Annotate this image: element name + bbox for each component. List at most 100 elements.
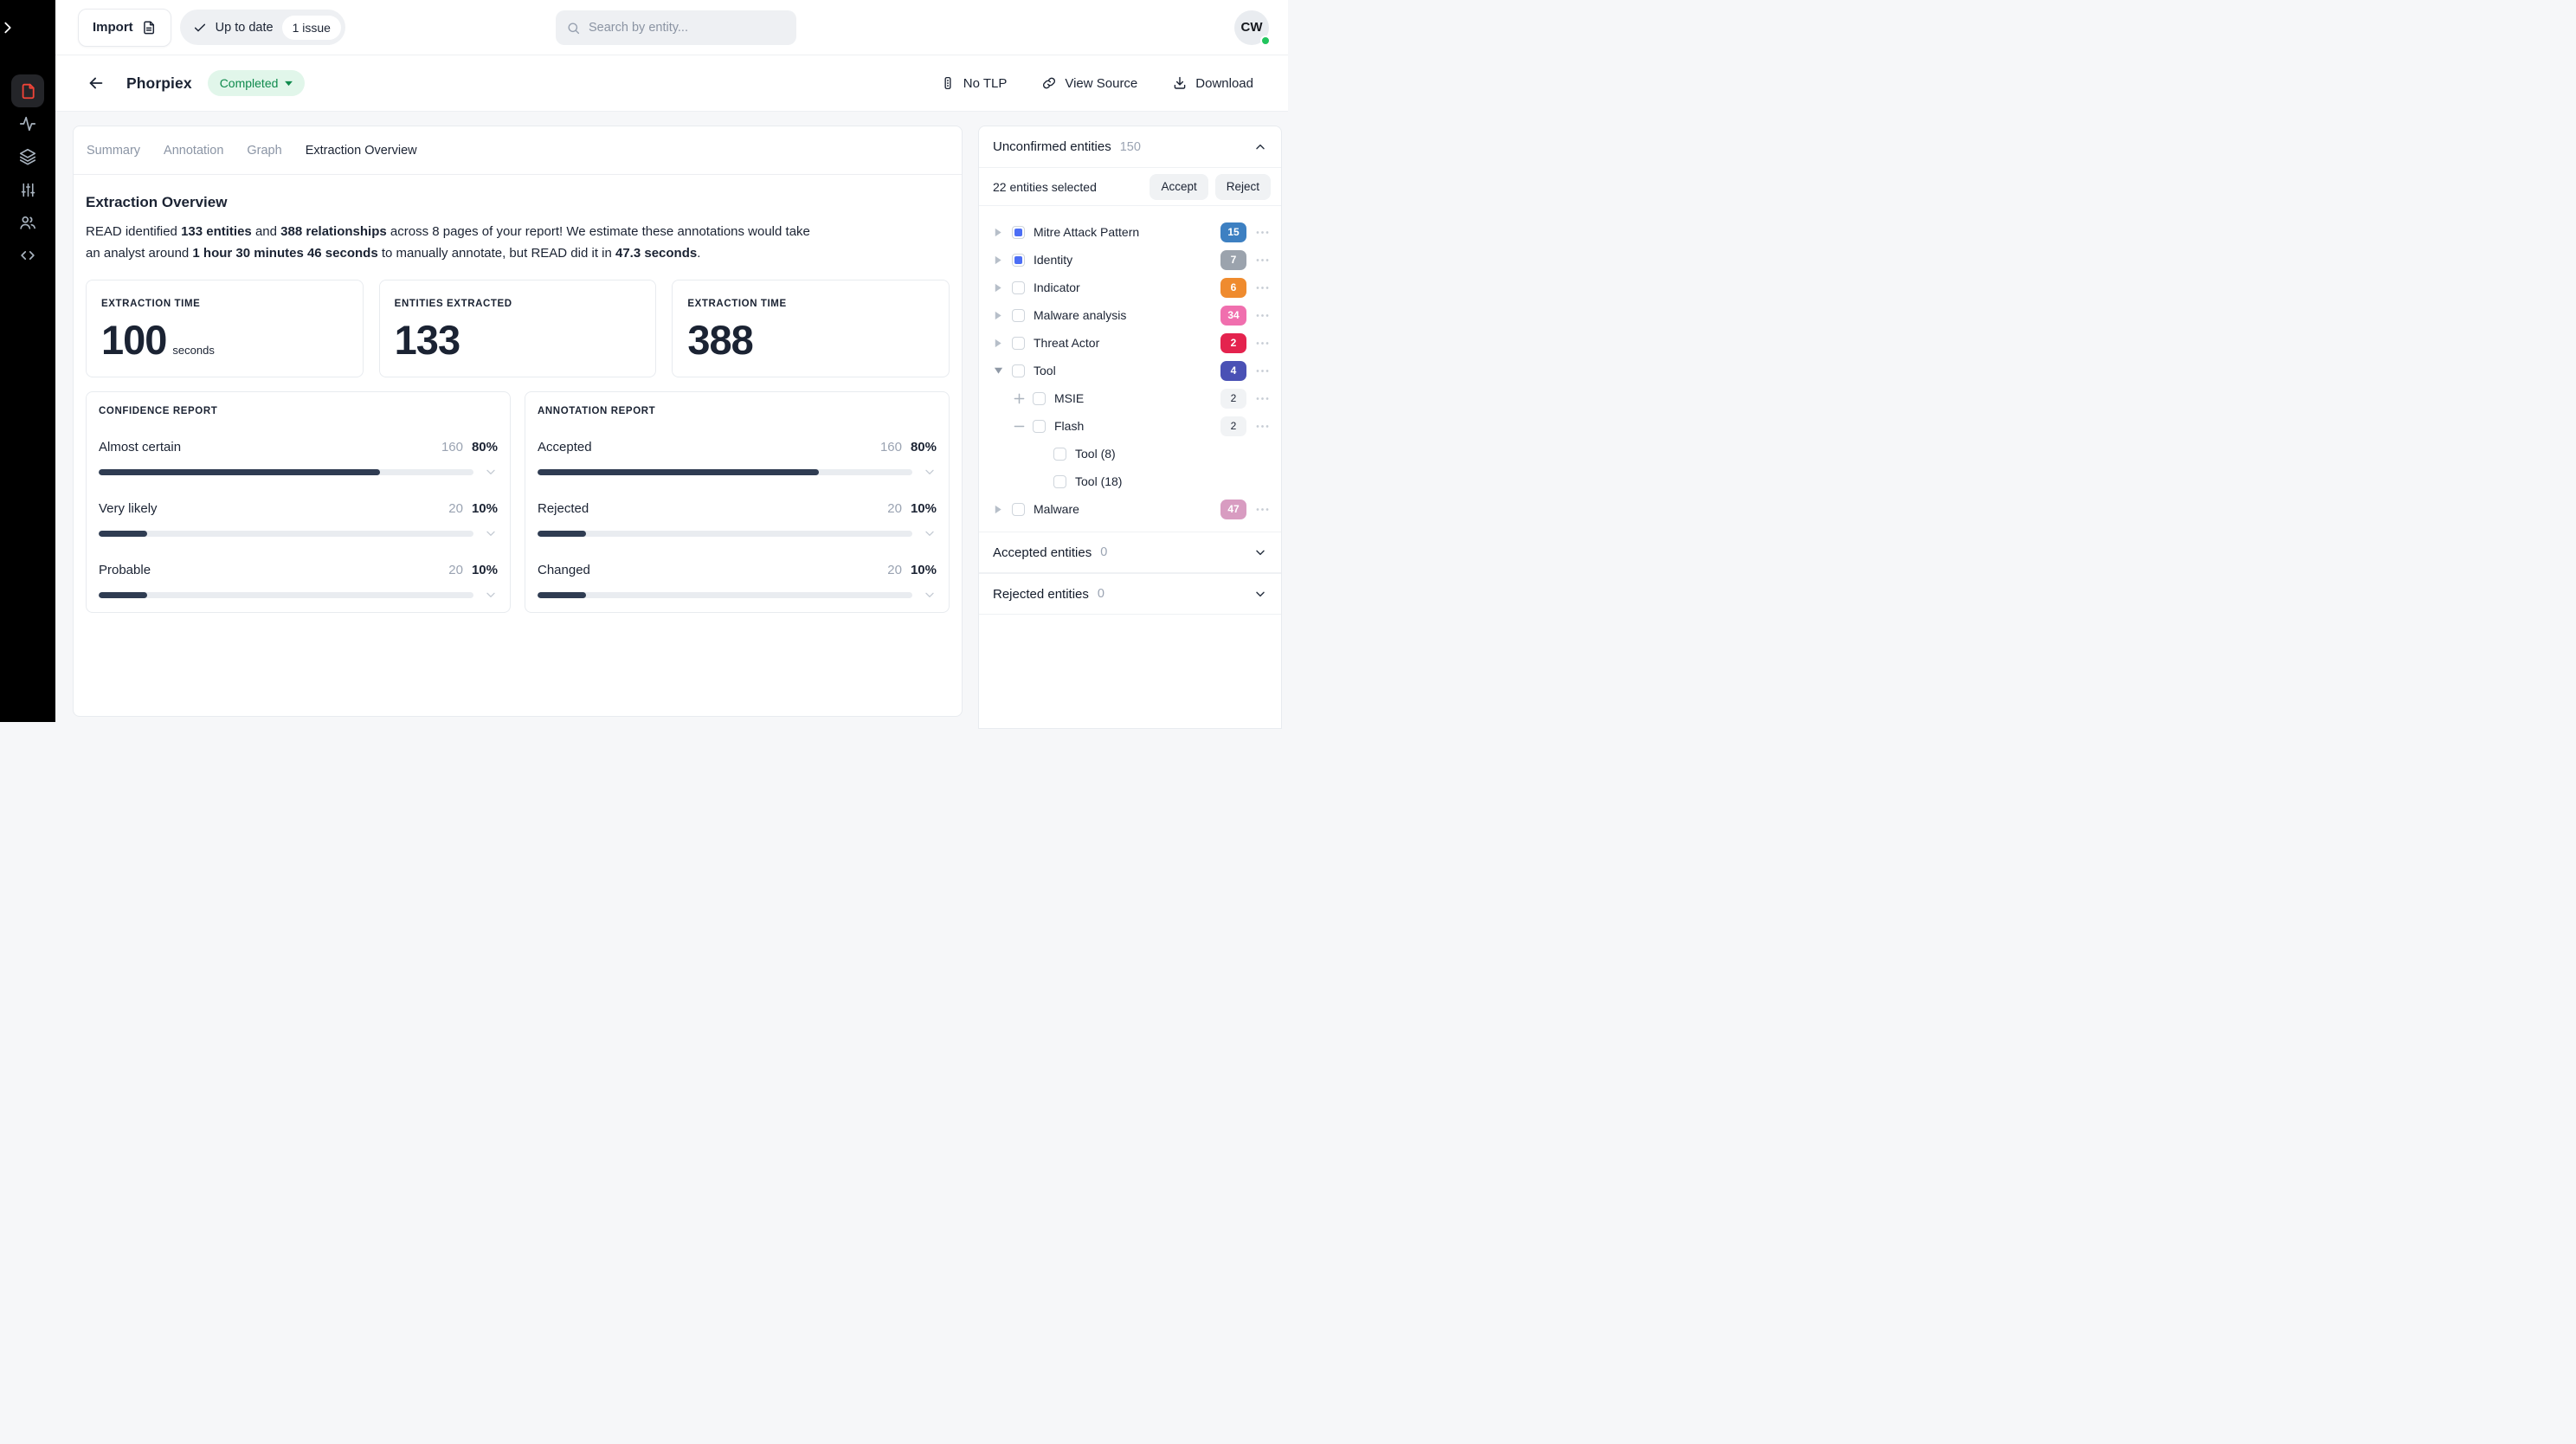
tab-extraction-overview[interactable]: Extraction Overview xyxy=(306,140,417,161)
more-options-icon[interactable] xyxy=(1254,224,1271,241)
search-input[interactable] xyxy=(589,21,786,35)
tree-label[interactable]: Tool xyxy=(1034,364,1056,377)
rejected-entities-header[interactable]: Rejected entities 0 xyxy=(979,573,1281,615)
tree-row-mitre-attack-pattern[interactable]: Mitre Attack Pattern 15 xyxy=(979,218,1281,246)
more-options-icon[interactable] xyxy=(1254,390,1271,407)
stat-card-extraction-time: EXTRACTION TIME 100 seconds xyxy=(86,280,364,377)
row-count: 160 xyxy=(880,440,902,454)
checkbox[interactable] xyxy=(1012,364,1025,377)
chevron-down-icon[interactable] xyxy=(923,465,937,479)
plus-icon[interactable] xyxy=(1012,393,1026,404)
more-options-icon[interactable] xyxy=(1254,252,1271,268)
tree-label[interactable]: Tool (18) xyxy=(1075,474,1122,488)
progress-fill xyxy=(538,531,586,537)
user-menu[interactable]: CW xyxy=(1234,10,1269,45)
view-source-button[interactable]: View Source xyxy=(1041,75,1137,91)
accepted-entities-header[interactable]: Accepted entities 0 xyxy=(979,532,1281,573)
caret-right-icon[interactable] xyxy=(991,283,1005,293)
accept-button[interactable]: Accept xyxy=(1150,174,1208,200)
stat-value: 100 xyxy=(101,319,166,360)
sync-status-pill[interactable]: Up to date 1 issue xyxy=(180,10,345,45)
manual-time-text: 1 hour 30 minutes 46 seconds xyxy=(192,246,377,261)
tree-label[interactable]: MSIE xyxy=(1054,391,1084,405)
tree-row-tool[interactable]: Tool 4 xyxy=(979,357,1281,384)
caret-right-icon[interactable] xyxy=(991,338,1005,348)
checkbox[interactable] xyxy=(1033,392,1046,405)
tree-label[interactable]: Threat Actor xyxy=(1034,336,1099,350)
tree-row-identity[interactable]: Identity 7 xyxy=(979,246,1281,274)
chevron-down-icon[interactable] xyxy=(1253,545,1267,559)
code-icon xyxy=(18,246,37,265)
chevron-down-icon[interactable] xyxy=(923,526,937,540)
tree-row-malware-analysis[interactable]: Malware analysis 34 xyxy=(979,301,1281,329)
tree-label[interactable]: Tool (8) xyxy=(1075,447,1116,461)
tree-label[interactable]: Identity xyxy=(1034,253,1072,267)
tree-row-threat-actor[interactable]: Threat Actor 2 xyxy=(979,329,1281,357)
tab-annotation[interactable]: Annotation xyxy=(164,140,223,161)
tree-row-tool-8[interactable]: Tool (8) xyxy=(979,440,1281,467)
tree-label[interactable]: Indicator xyxy=(1034,280,1080,294)
tree-label[interactable]: Malware analysis xyxy=(1034,308,1126,322)
sidebar-item-activity[interactable] xyxy=(11,107,44,140)
more-options-icon[interactable] xyxy=(1254,363,1271,379)
caret-right-icon[interactable] xyxy=(991,311,1005,320)
expand-sidebar-button[interactable] xyxy=(0,0,16,55)
section-heading: Extraction Overview xyxy=(86,194,950,211)
tree-label[interactable]: Mitre Attack Pattern xyxy=(1034,225,1139,239)
sidebar-item-users[interactable] xyxy=(11,206,44,239)
tlp-button[interactable]: No TLP xyxy=(940,75,1008,91)
tree-row-tool-18[interactable]: Tool (18) xyxy=(979,467,1281,495)
checkbox[interactable] xyxy=(1012,281,1025,294)
reject-button[interactable]: Reject xyxy=(1215,174,1271,200)
sidebar-item-reports[interactable] xyxy=(11,74,44,107)
sidebar-item-layers[interactable] xyxy=(11,140,44,173)
import-button[interactable]: Import xyxy=(78,9,171,47)
caret-right-icon[interactable] xyxy=(991,505,1005,514)
chevron-up-icon[interactable] xyxy=(1253,140,1267,154)
more-options-icon[interactable] xyxy=(1254,307,1271,324)
unconfirmed-entities-header[interactable]: Unconfirmed entities 150 xyxy=(979,126,1281,168)
row-count: 20 xyxy=(448,501,463,516)
tree-label[interactable]: Flash xyxy=(1054,419,1084,433)
row-label: Probable xyxy=(99,563,151,577)
chevron-down-icon[interactable] xyxy=(484,526,498,540)
more-options-icon[interactable] xyxy=(1254,280,1271,296)
more-options-icon[interactable] xyxy=(1254,501,1271,518)
progress-track xyxy=(99,592,473,598)
entity-tree: Mitre Attack Pattern 15 Identity 7 Indic… xyxy=(979,206,1281,532)
caret-right-icon[interactable] xyxy=(991,228,1005,237)
tree-row-msie[interactable]: MSIE 2 xyxy=(979,384,1281,412)
tree-label[interactable]: Malware xyxy=(1034,502,1079,516)
checkbox[interactable] xyxy=(1033,420,1046,433)
back-button[interactable] xyxy=(83,70,109,96)
caret-down-icon[interactable] xyxy=(991,366,1005,375)
stat-value: 388 xyxy=(687,319,752,360)
sidebar-item-code[interactable] xyxy=(11,239,44,272)
caret-right-icon[interactable] xyxy=(991,255,1005,265)
status-dropdown[interactable]: Completed xyxy=(208,70,306,96)
sidebar-item-settings[interactable] xyxy=(11,173,44,206)
chevron-down-icon[interactable] xyxy=(1253,587,1267,601)
tree-row-indicator[interactable]: Indicator 6 xyxy=(979,274,1281,301)
search-bar[interactable] xyxy=(556,10,796,45)
minus-icon[interactable] xyxy=(1012,421,1026,432)
more-options-icon[interactable] xyxy=(1254,418,1271,435)
checkbox[interactable] xyxy=(1012,503,1025,516)
chevron-down-icon[interactable] xyxy=(923,588,937,602)
checkbox-checked[interactable] xyxy=(1012,226,1025,239)
download-button[interactable]: Download xyxy=(1172,75,1253,91)
issue-count-pill[interactable]: 1 issue xyxy=(282,16,341,40)
chevron-down-icon[interactable] xyxy=(484,465,498,479)
tree-row-malware[interactable]: Malware 47 xyxy=(979,495,1281,523)
chevron-down-icon[interactable] xyxy=(484,588,498,602)
checkbox[interactable] xyxy=(1012,337,1025,350)
checkbox-checked[interactable] xyxy=(1012,254,1025,267)
more-options-icon[interactable] xyxy=(1254,335,1271,351)
checkbox[interactable] xyxy=(1053,475,1066,488)
checkbox[interactable] xyxy=(1012,309,1025,322)
tab-graph[interactable]: Graph xyxy=(247,140,281,161)
checkbox[interactable] xyxy=(1053,448,1066,461)
tree-row-flash[interactable]: Flash 2 xyxy=(979,412,1281,440)
tab-summary[interactable]: Summary xyxy=(87,140,140,161)
row-label: Very likely xyxy=(99,501,158,516)
